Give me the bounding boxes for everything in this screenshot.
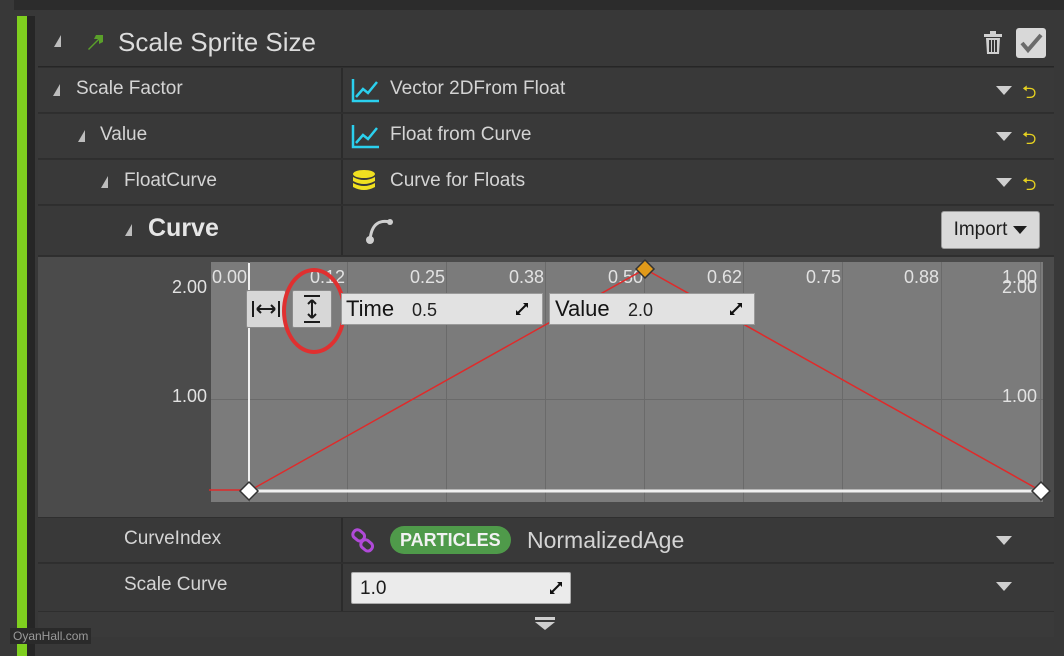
fit-horizontal-icon <box>252 301 280 317</box>
value-field-value[interactable]: 2.0 <box>628 300 653 321</box>
module-header[interactable]: Scale Sprite Size <box>38 17 1054 67</box>
time-field-label: Time <box>346 296 395 321</box>
column-splitter <box>341 114 343 158</box>
column-splitter <box>341 518 343 562</box>
time-field-value[interactable]: 0.5 <box>412 300 437 321</box>
value-field-label: Value <box>555 296 610 321</box>
time-field[interactable]: Time 0.5 <box>341 293 543 325</box>
collapse-triangle-icon[interactable] <box>78 130 85 142</box>
scale-factor-value[interactable]: Vector 2DFrom Float <box>390 78 565 100</box>
annotation-highlight-ring <box>282 268 346 354</box>
column-splitter <box>341 206 343 255</box>
scale-curve-value[interactable]: 1.0 <box>360 578 386 600</box>
scale-curve-row: Scale Curve 1.0 <box>38 564 1054 612</box>
module-title: Scale Sprite Size <box>118 27 316 57</box>
collapse-triangle-icon[interactable] <box>53 84 60 96</box>
dropdown-arrow-icon[interactable] <box>996 536 1012 545</box>
curve-row: Curve <box>38 206 1054 256</box>
details-panel-frame: Scale Sprite Size Scale Factor Vector 2D… <box>0 0 1064 656</box>
scale-curve-input[interactable]: 1.0 <box>351 572 571 604</box>
curve-index-row: CurveIndex PARTICLES NormalizedAge <box>38 518 1054 563</box>
drag-spin-icon[interactable] <box>728 301 744 317</box>
checkmark-icon <box>1020 33 1043 54</box>
float-curve-row: FloatCurve Curve for Floats ⮌ <box>38 160 1054 205</box>
curve-editor[interactable]: 0.00 0.12 0.25 0.38 0.50 0.62 0.75 0.88 … <box>38 257 1054 517</box>
value-type[interactable]: Float from Curve <box>390 124 531 146</box>
module-accent-bar <box>17 16 27 656</box>
expand-chevron-icon[interactable] <box>534 617 556 631</box>
scale-factor-label: Scale Factor <box>76 78 183 99</box>
value-row: Value Float from Curve ⮌ <box>38 114 1054 159</box>
curve-key[interactable] <box>238 480 260 502</box>
curve-label: Curve <box>148 214 219 242</box>
fit-horizontal-button[interactable] <box>246 290 286 328</box>
particles-namespace-badge: PARTICLES <box>390 526 511 554</box>
reset-to-default-icon[interactable]: ⮌ <box>1022 80 1036 110</box>
collapse-triangle-icon[interactable] <box>125 224 132 236</box>
module-footer <box>38 612 1054 637</box>
column-splitter <box>341 68 343 112</box>
module-panel: Scale Sprite Size Scale Factor Vector 2D… <box>38 17 1054 637</box>
import-button[interactable]: Import <box>941 211 1040 249</box>
float-curve-value[interactable]: Curve for Floats <box>390 170 525 192</box>
curve-index-label: CurveIndex <box>124 528 222 549</box>
dropdown-arrow-icon[interactable] <box>996 582 1012 591</box>
scale-arrow-icon <box>88 35 103 50</box>
value-field[interactable]: Value 2.0 <box>549 293 755 325</box>
trash-icon[interactable] <box>982 31 1004 55</box>
curve-graph-icon <box>351 79 379 103</box>
link-chain-icon <box>351 528 375 553</box>
accent-gap <box>27 16 35 656</box>
enable-module-checkbox[interactable] <box>1016 28 1046 58</box>
curve-asset-icon[interactable] <box>364 212 398 246</box>
dropdown-arrow-icon[interactable] <box>996 178 1012 187</box>
top-strip <box>14 0 1064 10</box>
drag-spin-icon[interactable] <box>514 301 530 317</box>
value-label: Value <box>100 124 148 145</box>
reset-to-default-icon[interactable]: ⮌ <box>1022 126 1036 156</box>
scale-curve-label: Scale Curve <box>124 574 228 595</box>
curve-key-selected[interactable] <box>634 258 656 280</box>
collapse-triangle-icon[interactable] <box>54 35 61 47</box>
column-splitter <box>341 160 343 204</box>
float-curve-label: FloatCurve <box>124 170 217 191</box>
import-caret-icon <box>1013 226 1028 234</box>
database-stack-icon <box>353 170 375 190</box>
curve-key[interactable] <box>1030 480 1051 502</box>
column-splitter <box>341 564 343 611</box>
import-button-label: Import <box>953 219 1008 240</box>
drag-spin-icon[interactable] <box>548 580 564 596</box>
dropdown-arrow-icon[interactable] <box>996 132 1012 141</box>
dropdown-arrow-icon[interactable] <box>996 86 1012 95</box>
curve-graph-icon <box>351 125 379 149</box>
curve-index-value[interactable]: NormalizedAge <box>527 527 684 554</box>
scale-factor-row: Scale Factor Vector 2DFrom Float ⮌ <box>38 68 1054 113</box>
collapse-triangle-icon[interactable] <box>101 176 108 188</box>
watermark: OyanHall.com <box>10 628 92 644</box>
reset-to-default-icon[interactable]: ⮌ <box>1022 172 1036 202</box>
